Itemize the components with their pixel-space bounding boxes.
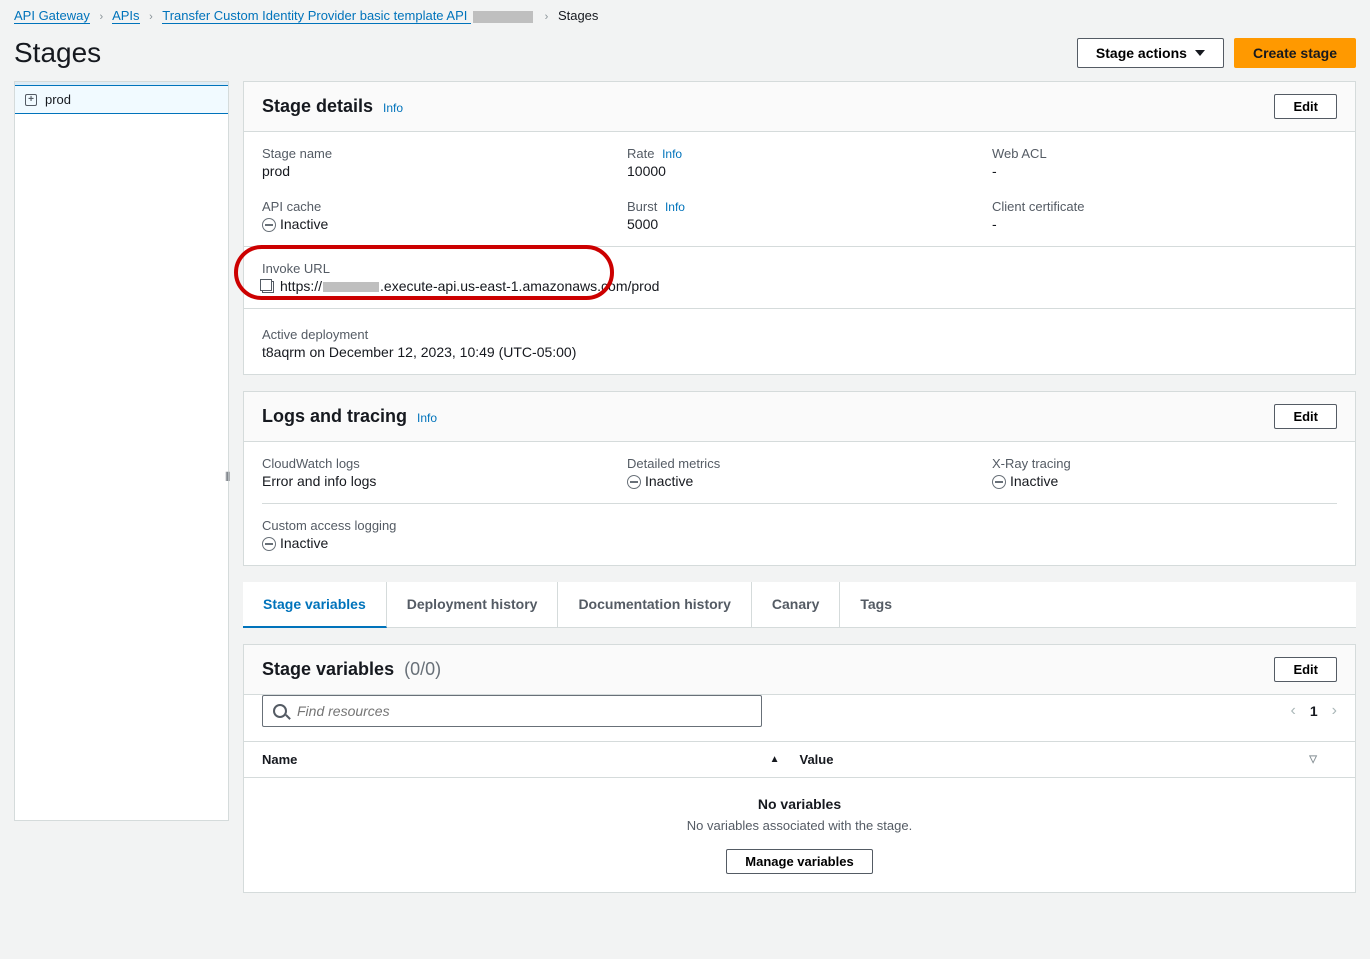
page-title: Stages xyxy=(14,37,101,69)
web-acl-label: Web ACL xyxy=(992,146,1337,161)
active-deployment-value: t8aqrm on December 12, 2023, 10:49 (UTC-… xyxy=(262,344,1337,360)
stage-variables-panel: Stage variables (0/0) Edit ‹ 1 › Name xyxy=(243,644,1356,893)
client-cert-label: Client certificate xyxy=(992,199,1337,214)
custom-access-logging-label: Custom access logging xyxy=(262,518,607,533)
cloudwatch-logs-value: Error and info logs xyxy=(262,473,607,489)
breadcrumb: API Gateway › APIs › Transfer Custom Ide… xyxy=(0,0,1370,31)
create-stage-button[interactable]: Create stage xyxy=(1234,38,1356,68)
stage-variables-title: Stage variables xyxy=(262,659,394,680)
stage-details-title: Stage details xyxy=(262,96,373,117)
edit-stage-variables-button[interactable]: Edit xyxy=(1274,657,1337,682)
redacted-text xyxy=(323,282,379,292)
stages-sidebar: + prod xyxy=(14,81,229,821)
detailed-metrics-label: Detailed metrics xyxy=(627,456,972,471)
edit-stage-details-button[interactable]: Edit xyxy=(1274,94,1337,119)
tab-tags[interactable]: Tags xyxy=(840,582,912,627)
chevron-right-icon: › xyxy=(545,11,549,23)
search-input[interactable] xyxy=(295,702,751,720)
search-input-wrapper[interactable] xyxy=(262,695,762,727)
tab-canary[interactable]: Canary xyxy=(752,582,840,627)
caret-down-icon xyxy=(1195,50,1205,56)
sort-asc-icon[interactable]: ▲ xyxy=(770,754,780,765)
sidebar-item-prod[interactable]: + prod xyxy=(15,86,228,114)
api-cache-label: API cache xyxy=(262,199,607,214)
manage-variables-button[interactable]: Manage variables xyxy=(726,849,872,874)
sidebar-item-label: prod xyxy=(45,92,71,107)
col-value[interactable]: Value xyxy=(800,752,834,767)
inactive-icon xyxy=(262,218,276,232)
stage-tabs: Stage variables Deployment history Docum… xyxy=(243,582,1356,628)
info-link[interactable]: Info xyxy=(417,411,437,425)
api-cache-value: Inactive xyxy=(262,216,607,232)
rate-value: 10000 xyxy=(627,163,972,179)
breadcrumb-current: Stages xyxy=(558,8,598,23)
expand-icon[interactable]: + xyxy=(25,94,37,106)
empty-subtitle: No variables associated with the stage. xyxy=(262,818,1337,833)
info-link[interactable]: Info xyxy=(665,200,685,214)
search-icon xyxy=(273,704,287,718)
next-page-button[interactable]: › xyxy=(1332,702,1337,720)
breadcrumb-api-gateway[interactable]: API Gateway xyxy=(14,8,90,24)
client-cert-value: - xyxy=(992,216,1337,232)
inactive-icon xyxy=(262,537,276,551)
xray-tracing-label: X-Ray tracing xyxy=(992,456,1337,471)
table-header: Name ▲ Value ▽ xyxy=(244,741,1355,778)
tab-deployment-history[interactable]: Deployment history xyxy=(387,582,559,627)
stage-details-panel: Stage details Info Edit Stage name prod … xyxy=(243,81,1356,375)
stage-variables-count: (0/0) xyxy=(404,659,441,680)
tab-stage-variables[interactable]: Stage variables xyxy=(243,582,387,628)
stage-actions-button[interactable]: Stage actions xyxy=(1077,38,1224,68)
col-name[interactable]: Name xyxy=(262,752,297,767)
sort-icon[interactable]: ▽ xyxy=(1309,754,1317,765)
tab-documentation-history[interactable]: Documentation history xyxy=(558,582,751,627)
invoke-url-section: Invoke URL https://.execute-api.us-east-… xyxy=(244,246,1355,308)
chevron-right-icon: › xyxy=(149,11,153,23)
active-deployment-section: Active deployment t8aqrm on December 12,… xyxy=(244,308,1355,374)
invoke-url-label: Invoke URL xyxy=(262,261,1337,276)
copy-icon[interactable] xyxy=(262,281,274,293)
active-deployment-label: Active deployment xyxy=(262,327,1337,342)
empty-title: No variables xyxy=(262,796,1337,812)
web-acl-value: - xyxy=(992,163,1337,179)
burst-value: 5000 xyxy=(627,216,972,232)
burst-label: Burst xyxy=(627,199,657,214)
breadcrumb-api-name[interactable]: Transfer Custom Identity Provider basic … xyxy=(162,8,471,24)
info-link[interactable]: Info xyxy=(383,101,403,115)
empty-state: No variables No variables associated wit… xyxy=(244,778,1355,892)
stage-name-value: prod xyxy=(262,163,607,179)
collapse-handle-icon[interactable]: ⦀ xyxy=(225,470,228,485)
invoke-url-value[interactable]: https://.execute-api.us-east-1.amazonaws… xyxy=(262,278,1337,294)
cloudwatch-logs-label: CloudWatch logs xyxy=(262,456,607,471)
inactive-icon xyxy=(627,475,641,489)
stage-name-label: Stage name xyxy=(262,146,607,161)
info-link[interactable]: Info xyxy=(662,147,682,161)
inactive-icon xyxy=(992,475,1006,489)
pagination: ‹ 1 › xyxy=(1291,702,1337,720)
logs-tracing-title: Logs and tracing xyxy=(262,406,407,427)
rate-label: Rate xyxy=(627,146,654,161)
xray-tracing-value: Inactive xyxy=(992,473,1337,489)
custom-access-logging-value: Inactive xyxy=(262,535,607,551)
breadcrumb-apis[interactable]: APIs xyxy=(112,8,139,24)
chevron-right-icon: › xyxy=(100,11,104,23)
logs-tracing-panel: Logs and tracing Info Edit CloudWatch lo… xyxy=(243,391,1356,566)
redacted-text xyxy=(473,11,533,23)
detailed-metrics-value: Inactive xyxy=(627,473,972,489)
edit-logs-button[interactable]: Edit xyxy=(1274,404,1337,429)
page-number: 1 xyxy=(1310,703,1318,719)
prev-page-button[interactable]: ‹ xyxy=(1291,702,1296,720)
